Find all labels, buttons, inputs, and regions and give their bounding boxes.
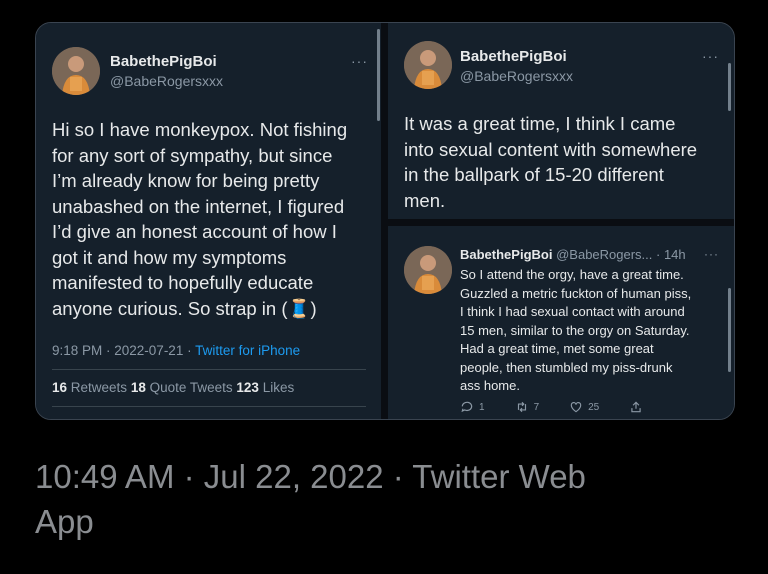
tweet-text-line: people, then stumbled my piss-drunk [460, 359, 673, 375]
like-button[interactable]: 25 [569, 400, 599, 414]
tweet-text-line: men. [404, 189, 446, 211]
avatar[interactable] [52, 47, 100, 95]
reply-icon [461, 401, 473, 413]
tweet-text-line: Hi so I have monkeypox. Not fishing [52, 119, 348, 140]
tweet-text-line: Had a great time, met some great [460, 341, 654, 356]
photo-timestamp: 10:49 AM · Jul 22, 2022 · Twitter Web Ap… [35, 454, 735, 544]
divider [52, 369, 366, 370]
screenshot-separator [388, 219, 734, 226]
like-count: 25 [588, 401, 600, 413]
tweet-body: Hi so I have monkeypox. Not fishing for … [52, 117, 347, 321]
screenshot-collage: BabethePigBoi @BabeRogersxxx ··· Hi so I… [35, 22, 735, 420]
scrollbar[interactable] [377, 29, 380, 121]
display-name[interactable]: BabethePigBoi [460, 48, 567, 65]
more-options-icon[interactable]: ··· [704, 247, 719, 261]
retweets-count: 16 [52, 380, 68, 395]
timestamp-line: App [35, 503, 94, 540]
tweet-text-line: I’m already know for being pretty [52, 170, 320, 191]
tweet-body: So I attend the orgy, have a great time.… [460, 266, 691, 396]
display-name[interactable]: BabethePigBoi [110, 53, 217, 70]
quote-tweets-label: Quote Tweets [145, 380, 237, 395]
retweets-label: Retweets [67, 380, 131, 395]
tweet-text-line: into sexual content with somewhere [404, 138, 698, 160]
tweet-text-line: 15 men, similar to the orgy on Saturday. [460, 322, 690, 338]
screenshot-separator [381, 23, 388, 419]
tweet-text-line: manifested to hopefully educate [52, 272, 314, 293]
retweets-stat[interactable]: 16 Retweets [52, 380, 131, 395]
user-handle[interactable]: @BabeRogersxxx [110, 73, 223, 89]
share-button[interactable] [629, 400, 643, 414]
tweet-quoted[interactable]: BabethePigBoi @BabeRogers... · 14h ··· S… [388, 226, 734, 419]
tweet-text-line: got it and how my symptoms [52, 246, 287, 268]
avatar[interactable] [404, 41, 452, 89]
tweet-actions: 1 7 25 [460, 400, 673, 414]
tweet-text-line: in the ballpark of 15-20 different [404, 164, 664, 185]
profile-photo-icon [52, 47, 100, 95]
tweet-text-line: It was a great time, I think I came [404, 113, 676, 134]
tweet-text-line: for any sort of sympathy, but since [52, 144, 333, 166]
likes-count: 123 [236, 380, 259, 395]
timestamp-line: 10:49 AM · Jul 22, 2022 · Twitter Web [35, 458, 586, 495]
likes-stat[interactable]: 123 Likes [236, 380, 294, 395]
retweet-icon [517, 401, 526, 413]
scrollbar[interactable] [728, 63, 731, 111]
divider [52, 406, 366, 407]
tweet-stats: 16 Retweets 18 Quote Tweets 123 Likes [52, 380, 294, 395]
tweet-text-line: I think I had sexual contact with around [460, 304, 685, 319]
heart-icon [570, 402, 582, 413]
quote-tweets-count: 18 [130, 380, 146, 395]
tweet-time: 9:18 PM · 2022-07-21 · [52, 343, 196, 358]
tweet-main[interactable]: BabethePigBoi @BabeRogersxxx ··· Hi so I… [36, 23, 381, 419]
more-options-icon[interactable]: ··· [351, 53, 368, 69]
tweet-text-line: Guzzled a metric fuckton of human piss, [460, 285, 692, 301]
display-name[interactable]: BabethePigBoi [460, 247, 552, 262]
profile-photo-icon [404, 41, 452, 89]
tweet-timestamp: 9:18 PM · 2022-07-21 · Twitter for iPhon… [52, 343, 300, 358]
share-icon [631, 401, 641, 413]
user-handle[interactable]: @BabeRogersxxx [460, 68, 573, 84]
tweet-text-line: ass home. [460, 378, 520, 393]
tweet-text-line: unabashed on the internet, I figured [52, 195, 345, 217]
likes-label: Likes [258, 380, 295, 395]
profile-photo-icon [404, 246, 452, 294]
retweet-button[interactable]: 7 [515, 400, 540, 414]
retweet-count: 7 [533, 401, 540, 413]
tweet-header: BabethePigBoi @BabeRogers... · 14h [460, 247, 686, 262]
more-options-icon[interactable]: ··· [702, 48, 719, 64]
scrollbar[interactable] [728, 288, 731, 372]
tweet-text-line: anyone curious. So strap in (🧵) [52, 297, 317, 319]
tweet-reply[interactable]: BabethePigBoi @BabeRogersxxx ··· It was … [388, 23, 734, 219]
reply-button[interactable]: 1 [460, 400, 485, 414]
reply-count: 1 [479, 401, 485, 413]
tweet-source-link[interactable]: Twitter for iPhone [195, 343, 300, 358]
user-handle-timestamp[interactable]: @BabeRogers... · 14h [556, 247, 686, 262]
avatar[interactable] [404, 246, 452, 294]
tweet-body: It was a great time, I think I came into… [404, 111, 697, 213]
quote-tweets-stat[interactable]: 18 Quote Tweets [131, 380, 237, 395]
tweet-text-line: I’d give an honest account of how I [52, 221, 337, 242]
tweet-text-line: So I attend the orgy, have a great time. [460, 267, 684, 282]
